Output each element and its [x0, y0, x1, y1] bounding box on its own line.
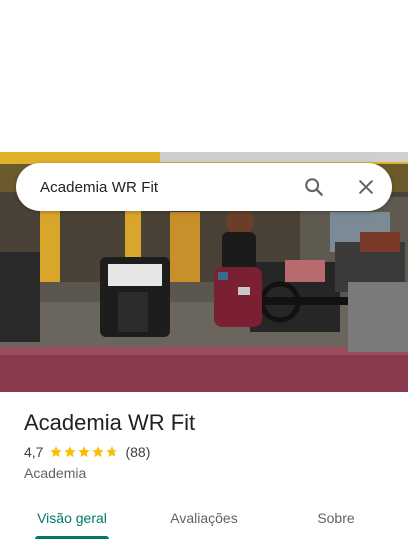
tab-avaliacoes[interactable]: Avaliações	[152, 498, 256, 538]
map-area-blank	[0, 0, 408, 152]
star-icon	[78, 446, 91, 458]
place-category: Academia	[24, 465, 87, 481]
place-sheet: Academia WR Fit Academia WR Fit 4,7 (88)…	[0, 0, 408, 544]
place-info: Academia WR Fit 4,7 (88) Academia Visão …	[0, 392, 408, 544]
star-icon	[92, 446, 105, 458]
active-tab-indicator	[35, 536, 109, 539]
place-title: Academia WR Fit	[24, 410, 196, 435]
search-icon	[305, 178, 323, 196]
tab-visao-geral[interactable]: Visão geral	[24, 498, 120, 538]
close-icon	[359, 180, 373, 194]
rating-value: 4,7	[24, 444, 44, 460]
star-icon	[64, 446, 77, 458]
rating-row[interactable]: 4,7 (88)	[24, 444, 150, 460]
tab-sobre[interactable]: Sobre	[296, 498, 376, 538]
search-input[interactable]: Academia WR Fit	[16, 179, 294, 196]
rating-stars	[49, 445, 119, 459]
search-button[interactable]	[294, 167, 334, 207]
review-count[interactable]: (88)	[125, 444, 150, 460]
star-icon	[50, 446, 63, 458]
close-button[interactable]	[346, 167, 386, 207]
star-icon	[106, 446, 119, 458]
search-bar[interactable]: Academia WR Fit	[16, 163, 392, 211]
tab-bar: Visão geral Avaliações Sobre	[0, 498, 408, 544]
